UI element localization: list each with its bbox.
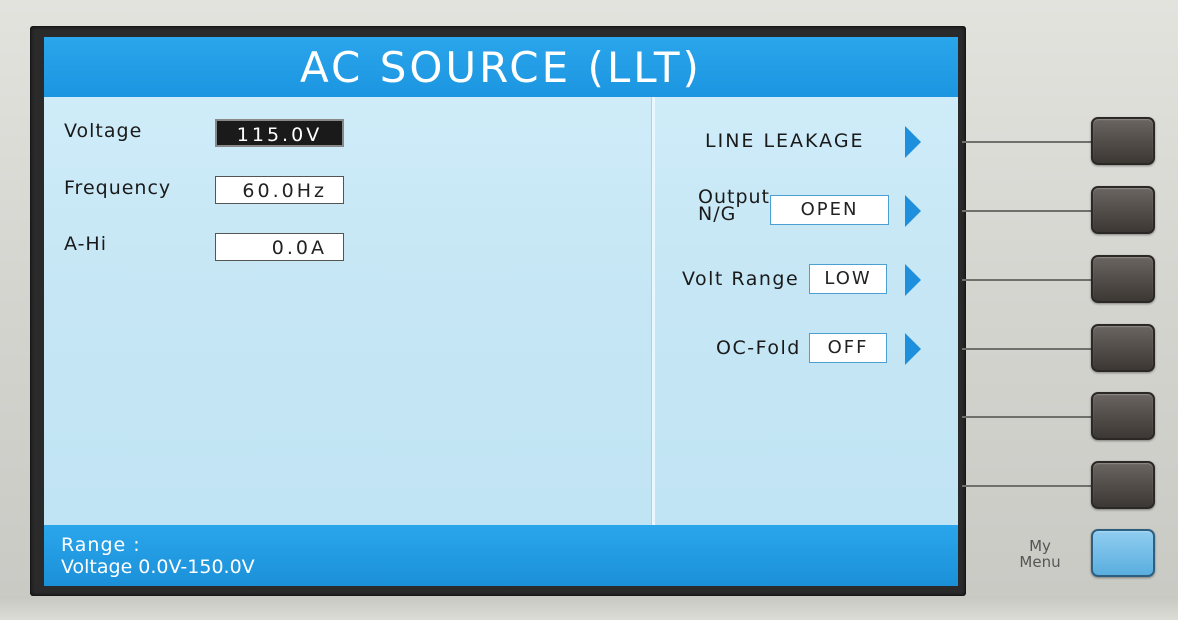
line-leakage-arrow-icon <box>905 126 921 158</box>
softkey-line-1 <box>962 141 1096 143</box>
softkey-line-3 <box>962 279 1096 281</box>
voltage-field[interactable]: 115.0V <box>215 119 344 147</box>
softkey-button-2[interactable] <box>1091 186 1155 234</box>
my-menu-label-line1: My <box>1029 537 1051 555</box>
oc-fold-value[interactable]: OFF <box>809 333 887 363</box>
softkey-button-5[interactable] <box>1091 392 1155 440</box>
voltage-label: Voltage <box>64 120 143 142</box>
softkey-button-1[interactable] <box>1091 117 1155 165</box>
panel-divider <box>651 97 655 525</box>
output-label-line2: N/G <box>698 203 737 225</box>
my-menu-label: My Menu <box>1010 538 1070 570</box>
softkey-button-6[interactable] <box>1091 461 1155 509</box>
volt-range-value[interactable]: LOW <box>809 264 887 294</box>
voltage-range-text: Voltage 0.0V-150.0V <box>61 556 255 578</box>
oc-fold-arrow-icon <box>905 333 921 365</box>
frequency-field[interactable]: 60.0Hz <box>215 176 344 204</box>
status-bar: Range : Voltage 0.0V-150.0V <box>44 525 958 586</box>
softkey-line-4 <box>962 348 1096 350</box>
output-ng-value[interactable]: OPEN <box>770 195 889 225</box>
my-menu-button[interactable] <box>1091 529 1155 577</box>
frequency-label: Frequency <box>64 177 172 199</box>
softkey-line-6 <box>962 485 1096 487</box>
line-leakage-label[interactable]: LINE LEAKAGE <box>705 130 865 152</box>
volt-range-label: Volt Range <box>682 268 800 290</box>
output-ng-label: Output N/G <box>698 188 770 225</box>
range-label: Range : <box>61 534 141 556</box>
volt-range-arrow-icon <box>905 264 921 296</box>
my-menu-label-line2: Menu <box>1019 553 1061 571</box>
softkey-button-3[interactable] <box>1091 255 1155 303</box>
softkey-line-2 <box>962 210 1096 212</box>
screen-title: AC SOURCE (LLT) <box>44 37 958 97</box>
softkey-button-4[interactable] <box>1091 324 1155 372</box>
bezel-bottom-edge <box>0 596 1178 620</box>
lcd-screen: AC SOURCE (LLT) Voltage 115.0V Frequency… <box>44 37 958 586</box>
a-hi-field[interactable]: 0.0A <box>215 233 344 261</box>
oc-fold-label: OC-Fold <box>716 337 801 359</box>
output-ng-arrow-icon <box>905 195 921 227</box>
a-hi-label: A-Hi <box>64 233 108 255</box>
softkey-line-5 <box>962 416 1096 418</box>
